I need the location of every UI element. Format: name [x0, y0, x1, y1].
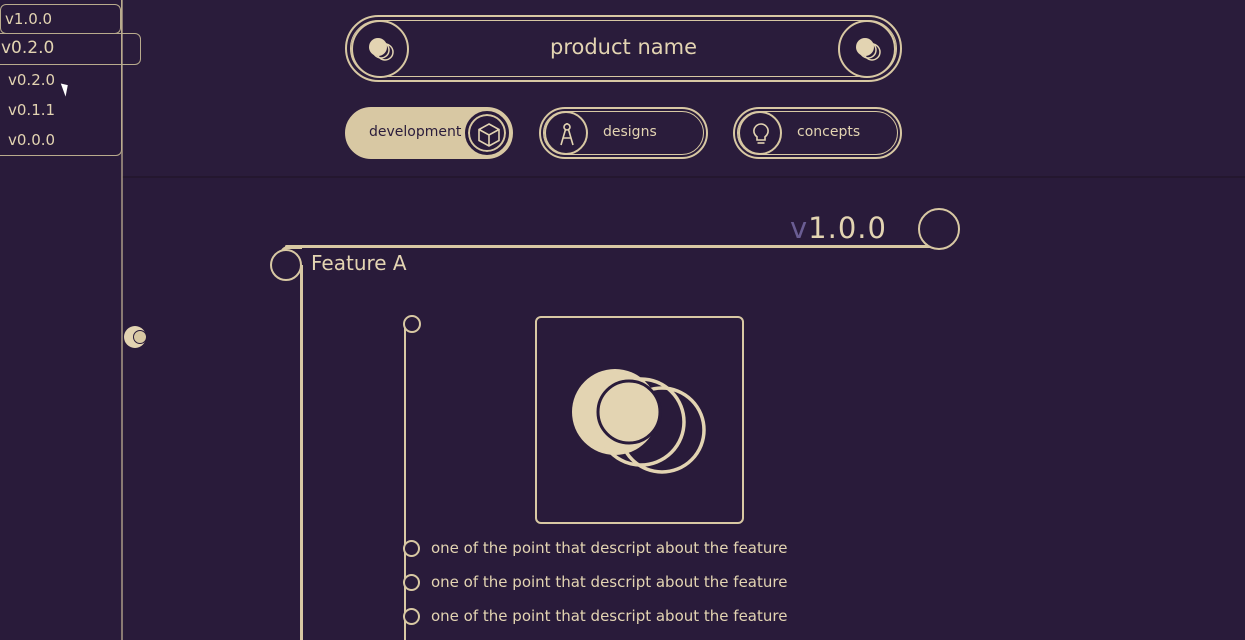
version-item-hovered[interactable]: v0.2.0: [0, 33, 141, 65]
lightbulb-icon-badge: [738, 111, 782, 155]
feature-point-text: one of the point that descript about the…: [431, 573, 788, 591]
feature-node[interactable]: [270, 249, 302, 281]
cube-icon-badge: [465, 111, 509, 155]
version-timeline: [285, 245, 945, 248]
release-version: v1.0.0: [790, 211, 887, 245]
version-item-v0-2-0[interactable]: v0.2.0: [8, 71, 55, 89]
overlapping-circles-icon: [572, 369, 706, 474]
lightbulb-icon: [753, 123, 769, 144]
feature-detail-line: [404, 323, 406, 640]
version-prefix: v: [790, 211, 809, 245]
right-toggle-button[interactable]: [838, 20, 896, 78]
header-divider: [122, 176, 1245, 178]
sidebar-toggle-handle[interactable]: [124, 326, 147, 348]
point-bullet-icon: [403, 608, 420, 625]
version-item-v0-0-0[interactable]: v0.0.0: [8, 131, 55, 149]
compass-icon: [560, 123, 574, 146]
version-item-v0-1-1[interactable]: v0.1.1: [8, 101, 55, 119]
tab-label: development: [369, 124, 462, 140]
compass-icon-badge: [544, 111, 588, 155]
point-bullet-icon: [403, 540, 420, 557]
app-root: v1.0.0 v0.2.0 v0.2.0 v0.1.1 v0.0.0 produ…: [0, 0, 1245, 640]
point-bullet-icon: [403, 574, 420, 591]
version-item-v1-0-0[interactable]: v1.0.0: [0, 4, 121, 34]
product-title-bar: product name: [345, 15, 902, 82]
cube-icon: [478, 123, 500, 147]
tab-designs[interactable]: designs: [539, 107, 708, 159]
feature-timeline: [300, 265, 303, 640]
feature-point-text: one of the point that descript about the…: [431, 607, 788, 625]
tab-label: designs: [603, 124, 657, 140]
feature-image: [535, 316, 744, 524]
tab-concepts[interactable]: concepts: [733, 107, 902, 159]
feature-point-text: one of the point that descript about the…: [431, 539, 788, 557]
feature-title: Feature A: [311, 251, 407, 275]
version-node[interactable]: [918, 208, 960, 250]
product-title: product name: [550, 35, 697, 59]
tab-development[interactable]: development: [345, 107, 513, 159]
feature-detail-node[interactable]: [403, 315, 421, 333]
toggle-circles-icon: [856, 38, 881, 61]
version-number: 1.0.0: [808, 211, 887, 245]
tab-label: concepts: [797, 124, 861, 140]
